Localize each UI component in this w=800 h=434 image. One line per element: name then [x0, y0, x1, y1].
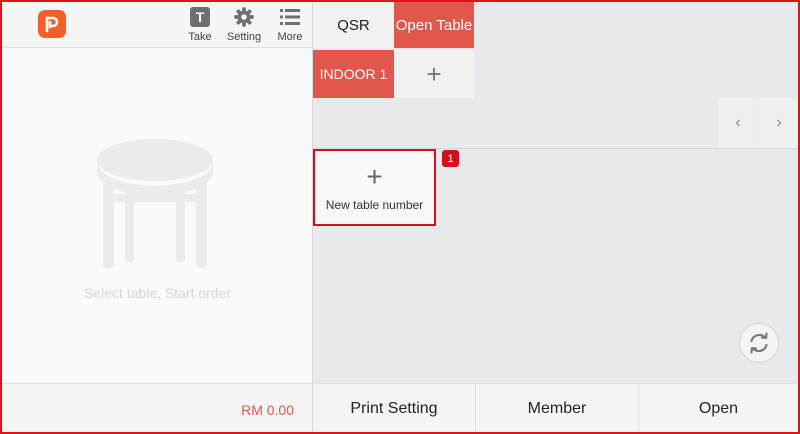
setting-button[interactable]: Setting — [222, 6, 266, 46]
tab-qsr[interactable]: QSR — [313, 2, 394, 48]
setting-label: Setting — [226, 31, 262, 43]
logo-icon — [45, 16, 59, 33]
refresh-icon — [750, 332, 768, 354]
order-panel: T Take Setting More Select table, Start … — [2, 2, 313, 432]
order-total: RM 0.00 — [241, 402, 294, 418]
add-area-button[interactable]: + — [394, 50, 474, 98]
more-button[interactable]: More — [268, 6, 312, 46]
menu-list-icon — [280, 9, 300, 25]
open-button[interactable]: Open — [639, 384, 798, 433]
area-tab-indoor-1[interactable]: INDOOR 1 — [313, 50, 394, 98]
new-table-button[interactable]: + New table number — [313, 149, 436, 226]
order-empty-state: Select table, Start order — [2, 49, 313, 383]
table-illustration-icon — [97, 139, 213, 268]
next-page-button[interactable]: › — [759, 98, 799, 148]
new-table-label: New table number — [325, 197, 424, 212]
prev-page-button[interactable]: ‹ — [718, 98, 758, 148]
take-label: Take — [188, 31, 212, 43]
print-setting-button[interactable]: Print Setting — [313, 384, 476, 433]
take-icon: T — [190, 7, 210, 27]
table-area: QSR Open Table INDOOR 1 + ‹ › + New tabl… — [313, 2, 799, 433]
gear-icon — [234, 7, 254, 27]
app-logo — [38, 10, 66, 38]
member-button[interactable]: Member — [476, 384, 639, 433]
bottom-action-bar: Print Setting Member Open — [313, 383, 798, 433]
top-toolbar: T Take Setting More — [2, 2, 313, 48]
plus-icon: + — [366, 160, 383, 192]
take-button[interactable]: T Take — [178, 6, 222, 46]
tab-open-table[interactable]: Open Table — [394, 2, 474, 48]
step-badge: 1 — [442, 150, 459, 167]
empty-state-text: Select table, Start order — [83, 285, 232, 301]
order-total-bar: RM 0.00 — [2, 383, 313, 432]
more-label: More — [277, 31, 303, 43]
refresh-button[interactable] — [739, 323, 779, 363]
